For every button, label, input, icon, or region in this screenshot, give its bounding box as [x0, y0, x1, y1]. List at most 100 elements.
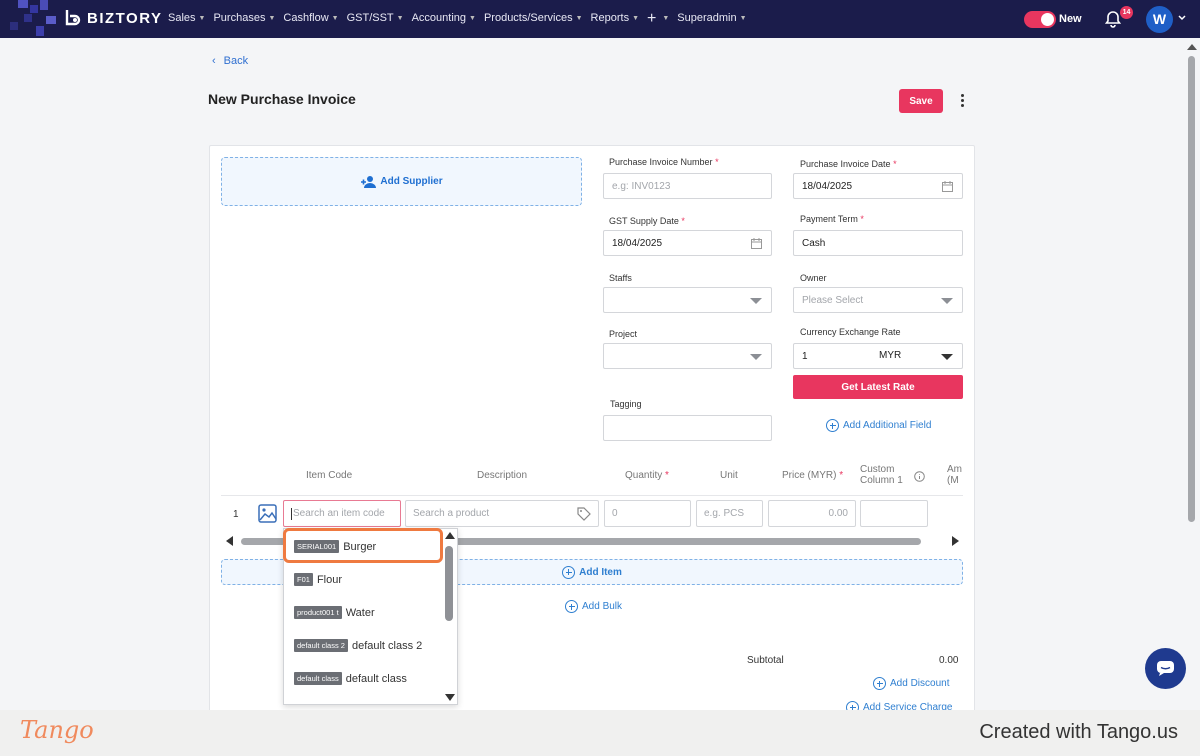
dropdown-arrow-icon: [941, 298, 953, 304]
project-label: Project: [609, 329, 638, 339]
biztory-logo-icon: [65, 10, 81, 26]
exchange-rate-value: 1: [802, 350, 808, 362]
invoice-number-input[interactable]: e.g: INV0123: [603, 173, 772, 199]
chevron-down-icon: ▼: [396, 14, 404, 22]
brand-logo[interactable]: BIZTORY: [64, 9, 163, 27]
menu-purchases[interactable]: Purchases ▼: [213, 12, 275, 24]
save-button[interactable]: Save: [899, 89, 943, 113]
avatar[interactable]: W: [1146, 6, 1173, 33]
currency-rate-label: Currency Exchange Rate: [800, 327, 901, 337]
staffs-select[interactable]: [603, 287, 772, 313]
add-bulk-button[interactable]: Add Bulk: [565, 600, 622, 613]
plus-circle-icon: [565, 600, 578, 613]
gst-date-input[interactable]: 18/04/2025: [603, 230, 772, 256]
chevron-down-icon: ▼: [469, 14, 476, 22]
col-amount: Am (M: [947, 464, 962, 486]
list-item[interactable]: default class 2 default class 2: [294, 639, 422, 652]
brand-name: BIZTORY: [87, 9, 163, 27]
menu-accounting[interactable]: Accounting ▼: [412, 12, 476, 24]
plus-circle-icon: [826, 419, 839, 432]
chevron-down-icon: ▼: [198, 14, 206, 22]
price-input[interactable]: 0.00: [768, 500, 856, 527]
get-latest-rate-button[interactable]: Get Latest Rate: [793, 375, 963, 399]
col-description: Description: [477, 470, 528, 481]
scroll-up-icon[interactable]: [445, 532, 455, 539]
add-discount-button[interactable]: Add Discount: [873, 677, 949, 690]
item-code-tag: product001 t: [294, 606, 342, 619]
col-price: Price (MYR) *: [782, 470, 844, 481]
page-title: New Purchase Invoice: [208, 91, 356, 107]
col-item-code: Item Code: [306, 470, 353, 481]
invoice-date-input[interactable]: 18/04/2025: [793, 173, 963, 199]
image-icon[interactable]: [258, 504, 277, 523]
table-header-divider: [221, 495, 963, 496]
scroll-right-icon[interactable]: [952, 536, 959, 546]
chevron-down-icon[interactable]: [1178, 14, 1186, 22]
project-select[interactable]: [603, 343, 772, 369]
dropdown-arrow-icon[interactable]: [941, 354, 953, 360]
unit-input[interactable]: e.g. PCS: [696, 500, 763, 527]
invoice-number-label: Purchase Invoice Number *: [609, 157, 719, 167]
add-additional-field-button[interactable]: Add Additional Field: [826, 419, 931, 432]
menu-reports[interactable]: Reports ▼: [591, 12, 639, 24]
menu-cashflow[interactable]: Cashflow ▼: [283, 12, 338, 24]
more-options-icon[interactable]: [957, 94, 967, 110]
gst-date-label: GST Supply Date *: [609, 216, 685, 226]
dropdown-vertical-scrollbar[interactable]: [443, 530, 455, 703]
info-icon[interactable]: [914, 471, 925, 482]
tag-icon[interactable]: [577, 507, 591, 521]
subtotal-label: Subtotal: [747, 655, 784, 666]
payment-term-input[interactable]: Cash: [793, 230, 963, 256]
subtotal-value: 0.00: [939, 655, 959, 666]
item-code-tag: F01: [294, 573, 313, 586]
owner-select[interactable]: Please Select: [793, 287, 963, 313]
add-supplier-button[interactable]: Add Supplier: [221, 157, 582, 206]
owner-label: Owner: [800, 273, 827, 283]
scroll-left-icon[interactable]: [226, 536, 233, 546]
dropdown-arrow-icon: [750, 354, 762, 360]
chevron-left-icon: ‹: [212, 55, 216, 67]
chevron-down-icon: ▼: [739, 14, 747, 22]
scroll-down-icon[interactable]: [445, 694, 455, 701]
item-code-tag: default class 2: [294, 639, 348, 652]
item-code-tag: default class: [294, 672, 342, 685]
created-with-text: Created with Tango.us: [979, 721, 1178, 743]
chevron-down-icon: ▼: [632, 14, 640, 22]
menu-sales[interactable]: Sales ▼: [168, 12, 205, 24]
menu-products-services[interactable]: Products/Services ▼: [484, 12, 583, 24]
list-item[interactable]: product001 t Water: [294, 606, 375, 619]
new-ui-toggle[interactable]: [1024, 11, 1056, 28]
menu-superadmin[interactable]: Superadmin ▼: [677, 12, 746, 24]
dropdown-arrow-icon: [750, 298, 762, 304]
back-link[interactable]: ‹ Back: [212, 55, 248, 67]
invoice-date-label: Purchase Invoice Date *: [800, 159, 897, 169]
currency-code: MYR: [879, 350, 902, 361]
page-scroll-up-icon[interactable]: [1187, 44, 1197, 50]
quantity-input[interactable]: 0: [604, 500, 691, 527]
calendar-icon: [751, 238, 762, 249]
menu-gst-sst[interactable]: GST/SST ▼: [347, 12, 404, 24]
calendar-icon: [942, 181, 953, 192]
list-item[interactable]: default class default class: [294, 672, 407, 685]
main-menu: Sales ▼ Purchases ▼ Cashflow ▼ GST/SST ▼ Acc…: [168, 10, 755, 26]
page-scrollbar-thumb[interactable]: [1188, 56, 1195, 522]
row-number: 1: [233, 509, 239, 520]
custom-column-input[interactable]: [860, 500, 928, 527]
chevron-down-icon: ▼: [268, 14, 276, 22]
add-user-icon: [361, 175, 377, 188]
product-search-input[interactable]: Search a product: [405, 500, 599, 527]
plus-circle-icon: [562, 565, 576, 579]
col-unit: Unit: [720, 470, 738, 481]
brand-pixel-decoration: [0, 0, 64, 38]
tagging-input[interactable]: [603, 415, 772, 441]
currency-rate-input[interactable]: 1 MYR: [793, 343, 963, 369]
list-item[interactable]: F01 Flour: [294, 573, 342, 586]
menu-quick-add[interactable]: + ▼: [647, 10, 669, 26]
tango-logo: Tango: [20, 716, 94, 744]
chat-button[interactable]: [1145, 648, 1186, 689]
plus-circle-icon: [873, 677, 886, 690]
col-custom-1: Custom Column 1: [860, 464, 903, 486]
scrollbar-thumb[interactable]: [445, 546, 453, 621]
step-highlight-box: [283, 528, 443, 563]
item-code-search-input[interactable]: Search an item code: [283, 500, 401, 527]
